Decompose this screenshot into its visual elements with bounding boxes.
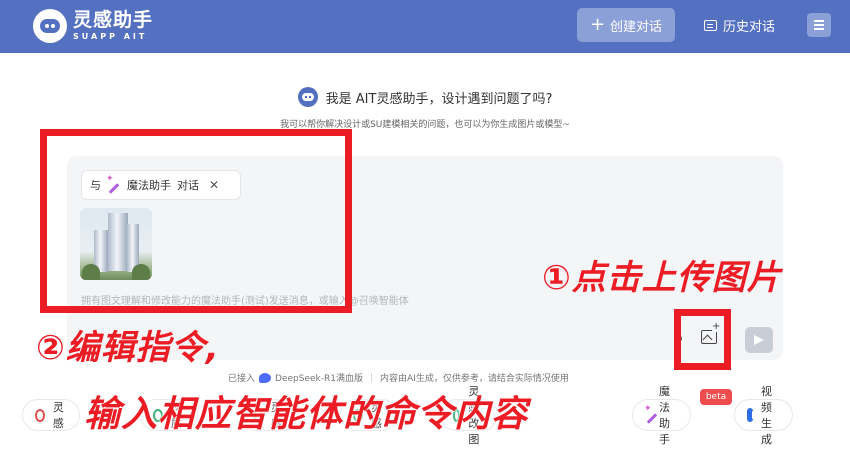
deepseek-icon	[259, 372, 272, 383]
tool-label: 视频生成	[761, 385, 773, 446]
bot-icon	[297, 87, 318, 107]
annotation-step2: ②编辑指令,	[36, 328, 220, 368]
tool-label: 灵感	[52, 401, 64, 430]
model-name: DeepSeek-R1满血版	[275, 374, 363, 384]
brand-logo[interactable]: 灵感助手 SUAPP AIT	[33, 9, 153, 43]
connected-label: 已接入	[228, 374, 256, 384]
greeting-title: 我是 AIT灵感助手，设计遇到问题了吗?	[0, 87, 850, 107]
flower-icon	[35, 408, 45, 422]
menu-button[interactable]	[807, 13, 831, 37]
highlight-box-agent	[40, 129, 352, 313]
send-button[interactable]	[745, 327, 773, 353]
chat-history-icon	[704, 19, 717, 31]
annotation-step1: ①点击上传图片	[542, 258, 782, 298]
tool-label: 魔法助手	[659, 385, 671, 446]
tool-item[interactable]: 灵感	[22, 399, 80, 431]
beta-badge: beta	[700, 389, 732, 405]
video-icon	[747, 408, 759, 422]
model-info: 已接入 DeepSeek-R1满血版 | 内容由AI生成，仅供参考，请结合实际情…	[228, 372, 569, 384]
brand-title: 灵感助手	[73, 9, 154, 31]
tool-item[interactable]: 魔法助手	[632, 385, 691, 446]
wand-icon	[644, 404, 652, 422]
plus-icon: +	[589, 14, 606, 35]
robot-logo-icon	[33, 9, 67, 43]
new-chat-button[interactable]: + 创建对话	[577, 8, 675, 42]
top-header: 灵感助手 SUAPP AIT + 创建对话 历史对话	[0, 0, 850, 53]
brand-subtitle: SUAPP AIT	[73, 32, 148, 41]
new-chat-label: 创建对话	[610, 19, 663, 35]
greeting-text: 我是 AIT灵感助手，设计遇到问题了吗?	[325, 91, 553, 107]
history-label: 历史对话	[723, 19, 776, 35]
highlight-box-upload	[674, 309, 731, 370]
history-button[interactable]: 历史对话	[704, 8, 775, 42]
page: 灵感助手 SUAPP AIT + 创建对话 历史对话 我是 AIT灵感助手，设计…	[0, 0, 850, 465]
annotation-step2-detail: 输入相应智能体的命令内容	[84, 394, 529, 435]
tool-item[interactable]: 视频生成	[734, 385, 793, 446]
